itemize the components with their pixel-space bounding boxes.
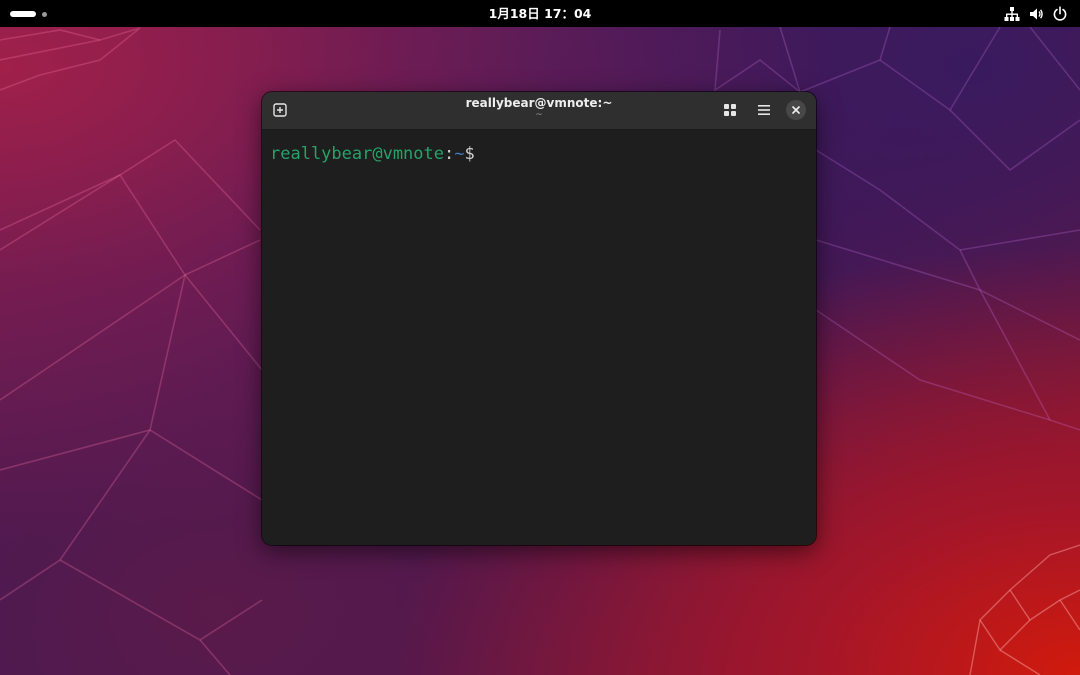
tab-overview-button[interactable] xyxy=(718,98,742,122)
activities-button[interactable] xyxy=(10,7,47,21)
main-menu-button[interactable] xyxy=(752,98,776,122)
workspace-indicator xyxy=(42,11,47,17)
volume-icon[interactable] xyxy=(1028,6,1044,22)
system-tray[interactable] xyxy=(1004,0,1068,27)
prompt-separator: : xyxy=(444,144,455,164)
close-icon xyxy=(792,106,800,114)
active-workspace-indicator xyxy=(10,11,36,17)
clock-container: 1月18日 17：04 xyxy=(0,0,1080,27)
hamburger-menu-icon xyxy=(758,105,770,115)
grid-icon xyxy=(724,104,736,116)
prompt-symbol: $ xyxy=(464,144,475,164)
new-tab-icon xyxy=(273,103,287,117)
network-icon[interactable] xyxy=(1004,6,1020,22)
close-window-button[interactable] xyxy=(786,100,806,120)
prompt-user-host: reallybear@vmnote xyxy=(270,144,444,164)
power-icon[interactable] xyxy=(1052,5,1068,22)
prompt-path: ~ xyxy=(454,144,465,164)
new-tab-button[interactable] xyxy=(268,98,292,122)
window-title: reallybear@vmnote:~ xyxy=(465,96,613,110)
shell-prompt: reallybear@vmnote:~$ xyxy=(270,143,475,165)
terminal-headerbar[interactable]: reallybear@vmnote:~ ~ xyxy=(262,92,816,130)
terminal-window[interactable]: reallybear@vmnote:~ ~ reallybear@vmnote:… xyxy=(262,92,816,545)
top-bar: 1月18日 17：04 xyxy=(0,0,1080,27)
terminal-body[interactable]: reallybear@vmnote:~$ xyxy=(262,130,816,545)
window-subtitle: ~ xyxy=(535,110,543,120)
clock[interactable]: 1月18日 17：04 xyxy=(489,6,592,21)
